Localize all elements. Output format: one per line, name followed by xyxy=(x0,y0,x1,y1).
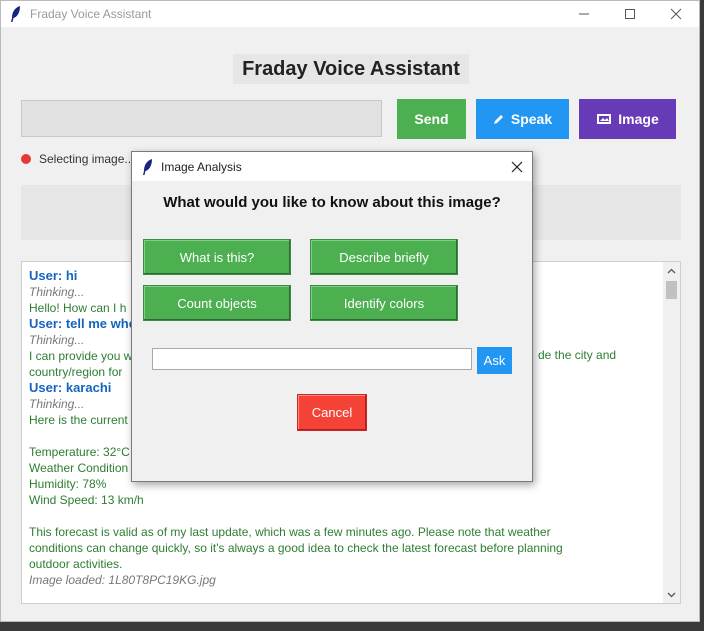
describe-briefly-label: Describe briefly xyxy=(339,249,429,265)
maximize-button[interactable] xyxy=(607,1,653,27)
chat-line-bot: outdoor activities. xyxy=(29,557,123,571)
ask-button-label: Ask xyxy=(483,353,506,368)
message-input[interactable] xyxy=(21,100,382,137)
scroll-down-button[interactable] xyxy=(663,586,680,603)
describe-briefly-button[interactable]: Describe briefly xyxy=(310,239,458,275)
dialog-close-button[interactable] xyxy=(506,156,528,178)
ask-button[interactable]: Ask xyxy=(477,347,512,374)
scroll-up-button[interactable] xyxy=(663,262,680,279)
minimize-button[interactable] xyxy=(561,1,607,27)
feather-icon xyxy=(11,6,20,22)
pencil-icon xyxy=(493,115,503,124)
scroll-thumb[interactable] xyxy=(666,281,677,299)
chat-line-think: Image loaded: 1L80T8PC19KG.jpg xyxy=(29,573,216,587)
image-analysis-dialog: Image Analysis What would you like to kn… xyxy=(131,151,533,482)
what-is-this-label: What is this? xyxy=(179,249,255,265)
image-button-label: Image xyxy=(618,111,659,127)
dialog-title: Image Analysis xyxy=(161,160,242,174)
identify-colors-label: Identify colors xyxy=(343,295,425,311)
custom-question-input[interactable] xyxy=(152,348,472,370)
send-button[interactable]: Send xyxy=(397,99,466,139)
chat-spacer xyxy=(29,508,659,524)
feather-icon xyxy=(143,159,152,175)
what-is-this-button[interactable]: What is this? xyxy=(143,239,291,275)
chat-scrollbar[interactable] xyxy=(663,262,680,603)
app-heading: Fraday Voice Assistant xyxy=(233,54,469,84)
count-objects-button[interactable]: Count objects xyxy=(143,285,291,321)
cancel-button-label: Cancel xyxy=(311,405,353,420)
close-icon xyxy=(511,161,523,173)
close-window-button[interactable] xyxy=(653,1,699,27)
count-objects-label: Count objects xyxy=(177,295,257,311)
chat-line-bot: This forecast is valid as of my last upd… xyxy=(29,525,551,539)
cancel-button[interactable]: Cancel xyxy=(297,394,367,431)
dialog-question: What would you like to know about this i… xyxy=(163,194,501,211)
chevron-down-icon xyxy=(667,592,676,597)
status-text: Selecting image... xyxy=(39,152,135,166)
chat-line-bot: conditions can change quickly, so it's a… xyxy=(29,541,563,555)
window-title: Fraday Voice Assistant xyxy=(30,7,152,21)
identify-colors-button[interactable]: Identify colors xyxy=(310,285,458,321)
maximize-icon xyxy=(625,9,635,19)
speak-button[interactable]: Speak xyxy=(476,99,569,139)
image-icon xyxy=(597,114,612,124)
dialog-title-bar: Image Analysis xyxy=(132,152,532,181)
image-button[interactable]: Image xyxy=(579,99,676,139)
send-button-label: Send xyxy=(414,111,449,127)
chat-text-fragment: de the city and xyxy=(538,348,617,362)
status-indicator xyxy=(21,154,31,164)
chat-line-bot: Wind Speed: 13 km/h xyxy=(29,493,144,507)
speak-button-label: Speak xyxy=(510,111,553,127)
title-bar: Fraday Voice Assistant xyxy=(1,1,699,27)
chevron-up-icon xyxy=(667,268,676,273)
minimize-icon xyxy=(579,13,589,15)
close-icon xyxy=(670,8,682,20)
